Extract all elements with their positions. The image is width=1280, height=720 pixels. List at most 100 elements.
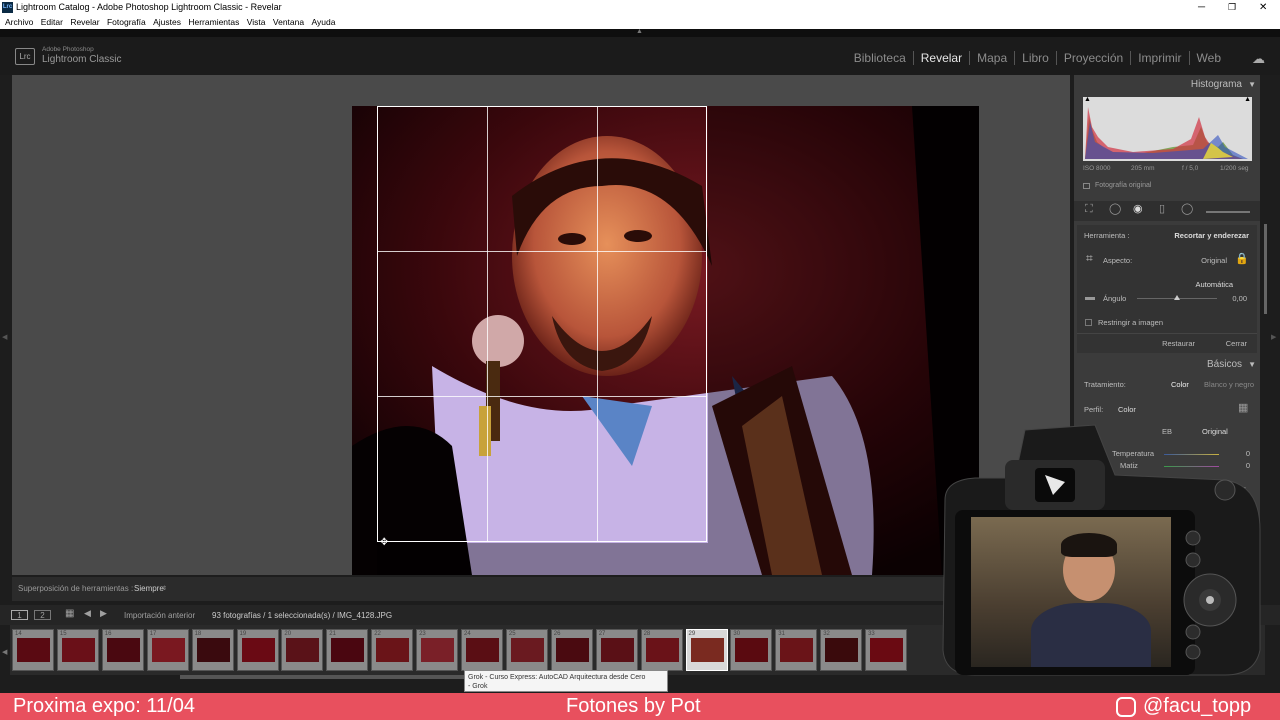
straighten-tool-icon[interactable]: ▬ [1085, 292, 1095, 303]
right-panel-arrow-icon[interactable]: ▶ [1271, 333, 1276, 341]
basics-collapse-icon[interactable]: ▼ [1248, 360, 1256, 369]
menu-editar[interactable]: Editar [41, 15, 63, 29]
filmstrip-left-arrow-icon[interactable]: ◀ [2, 648, 7, 656]
menu-ventana[interactable]: Ventana [273, 15, 304, 29]
module-mapa[interactable]: Mapa [970, 51, 1016, 65]
filmstrip-thumbnail[interactable]: 33 [865, 629, 908, 671]
thumbnail-image [196, 638, 230, 662]
cloud-icon[interactable]: ☁ [1252, 51, 1265, 67]
top-panel-toggle[interactable]: ▲ [0, 28, 1280, 37]
grid-view-icon[interactable]: ▦ [65, 608, 74, 619]
treatment-bw[interactable]: Blanco y negro [1204, 380, 1254, 389]
module-imprimir[interactable]: Imprimir [1131, 51, 1190, 65]
focal-value: 205 mm [1131, 165, 1155, 172]
filmstrip-thumbnail[interactable]: 24 [461, 629, 503, 671]
close-button[interactable]: ✕ [1259, 0, 1267, 15]
thumbnail-number: 15 [59, 631, 67, 637]
filmstrip-thumbnail[interactable]: 31 [775, 629, 818, 671]
menu-ayuda[interactable]: Ayuda [311, 15, 335, 29]
collapse-arrow-icon[interactable]: ▲ [636, 28, 643, 35]
crop-frame[interactable] [377, 106, 707, 542]
menu-revelar[interactable]: Revelar [70, 15, 99, 29]
angle-value[interactable]: 0,00 [1232, 294, 1247, 303]
basics-header[interactable]: Básicos [1207, 359, 1242, 370]
filmstrip-thumbnail[interactable]: 29 [685, 629, 728, 671]
menu-archivo[interactable]: Archivo [5, 15, 33, 29]
aspect-lock-icon[interactable]: 🔒 [1235, 252, 1249, 265]
filmstrip-thumbnail[interactable]: 32 [820, 629, 863, 671]
minimize-button[interactable]: ─ [1198, 0, 1205, 15]
view-1-button[interactable]: 1 [11, 610, 28, 620]
source-label[interactable]: Importación anterior [124, 611, 195, 620]
angle-slider-knob[interactable] [1174, 295, 1180, 300]
filmstrip-thumbnail[interactable]: 19 [236, 629, 279, 671]
overlay-select[interactable]: Siempre [134, 577, 164, 601]
filmstrip-thumbnail[interactable]: 28 [640, 629, 683, 671]
overlay-dropdown-icon[interactable]: ⇕ [162, 577, 167, 601]
angle-label: Ángulo [1103, 294, 1127, 303]
back-arrow-icon[interactable]: ◀ [84, 608, 91, 619]
close-crop-button[interactable]: Cerrar [1226, 339, 1247, 348]
thumbnail-number: 28 [643, 631, 651, 637]
filmstrip-thumbnail[interactable]: 22 [371, 629, 414, 671]
collapse-triangle-icon[interactable]: ▼ [1248, 80, 1256, 89]
filmstrip-thumbnail[interactable]: 21 [326, 629, 369, 671]
filmstrip-thumbnail[interactable]: 20 [281, 629, 324, 671]
auto-button[interactable]: Automática [1195, 280, 1233, 289]
radial-filter-icon[interactable]: ◯ [1181, 202, 1193, 215]
filmstrip-thumbnail[interactable]: 15 [56, 629, 99, 671]
aspect-select[interactable]: Original [1201, 256, 1227, 265]
shadow-clip-icon[interactable]: ▲ [1084, 96, 1091, 103]
crop-corner-handle-icon[interactable]: ✥ [380, 537, 388, 548]
filmstrip-thumbnail[interactable]: 14 [12, 629, 54, 671]
menu-fotografia[interactable]: Fotografía [107, 15, 146, 29]
module-proyeccion[interactable]: Proyección [1057, 51, 1132, 65]
thumbnail-number: 20 [284, 631, 292, 637]
crop-tool-icon[interactable]: ⛶ [1085, 203, 1093, 216]
module-revelar[interactable]: Revelar [914, 51, 971, 65]
reset-button[interactable]: Restaurar [1162, 339, 1195, 348]
view-2-button[interactable]: 2 [34, 610, 51, 620]
filmstrip-thumbnail[interactable]: 16 [101, 629, 144, 671]
brush-slider-icon[interactable] [1206, 211, 1250, 213]
histogram-header[interactable]: Histograma [1191, 79, 1242, 90]
module-biblioteca[interactable]: Biblioteca [847, 51, 914, 65]
crop-grid-h2 [377, 396, 707, 397]
treatment-color[interactable]: Color [1171, 380, 1189, 389]
profile-browser-icon[interactable]: ▦ [1238, 401, 1248, 414]
profile-label: Perfil: [1084, 405, 1104, 414]
restore-button[interactable]: ❐ [1228, 0, 1236, 15]
filmstrip-thumbnail[interactable]: 30 [730, 629, 773, 671]
module-libro[interactable]: Libro [1015, 51, 1057, 65]
identity-line2: Lightroom Classic [42, 54, 122, 65]
filmstrip-thumbnail[interactable]: 18 [191, 629, 234, 671]
thumbnail-image [600, 638, 634, 662]
menu-vista[interactable]: Vista [247, 15, 266, 29]
photo-count[interactable]: 93 fotografías / 1 seleccionada(s) / IMG… [212, 611, 392, 620]
constrain-checkbox[interactable] [1085, 319, 1092, 326]
left-panel-arrow-icon[interactable]: ◀ [2, 333, 7, 341]
graduated-filter-icon[interactable]: ▯ [1159, 202, 1165, 215]
profile-select[interactable]: Color [1118, 405, 1136, 414]
filmstrip-scrollbar[interactable] [180, 675, 480, 679]
filmstrip-thumbnail[interactable]: 27 [595, 629, 638, 671]
original-photo-checkbox[interactable] [1083, 183, 1090, 189]
window-title: Lightroom Catalog - Adobe Photoshop Ligh… [16, 2, 282, 12]
spot-removal-icon[interactable]: ◯ [1109, 202, 1121, 215]
tool-name: Recortar y enderezar [1174, 231, 1249, 240]
histogram-curves [1085, 107, 1248, 159]
filmstrip-thumbnail[interactable]: 25 [505, 629, 548, 671]
photo-preview[interactable]: ✥ [352, 106, 979, 575]
module-web[interactable]: Web [1190, 51, 1228, 65]
menu-ajustes[interactable]: Ajustes [153, 15, 181, 29]
filmstrip-thumbnail[interactable]: 23 [416, 629, 459, 671]
highlight-clip-icon[interactable]: ▲ [1244, 96, 1251, 103]
menu-herramientas[interactable]: Herramientas [188, 15, 239, 29]
right-scrollbar[interactable] [1264, 224, 1267, 314]
filmstrip-thumbnail[interactable]: 26 [550, 629, 593, 671]
crop-overlay-icon[interactable]: ⌗ [1086, 251, 1093, 266]
redeye-icon[interactable]: ◉ [1133, 202, 1143, 215]
forward-arrow-icon[interactable]: ▶ [100, 608, 107, 619]
filmstrip-thumbnail[interactable]: 17 [146, 629, 189, 671]
stream-title: Fotones by Pot [566, 695, 701, 717]
